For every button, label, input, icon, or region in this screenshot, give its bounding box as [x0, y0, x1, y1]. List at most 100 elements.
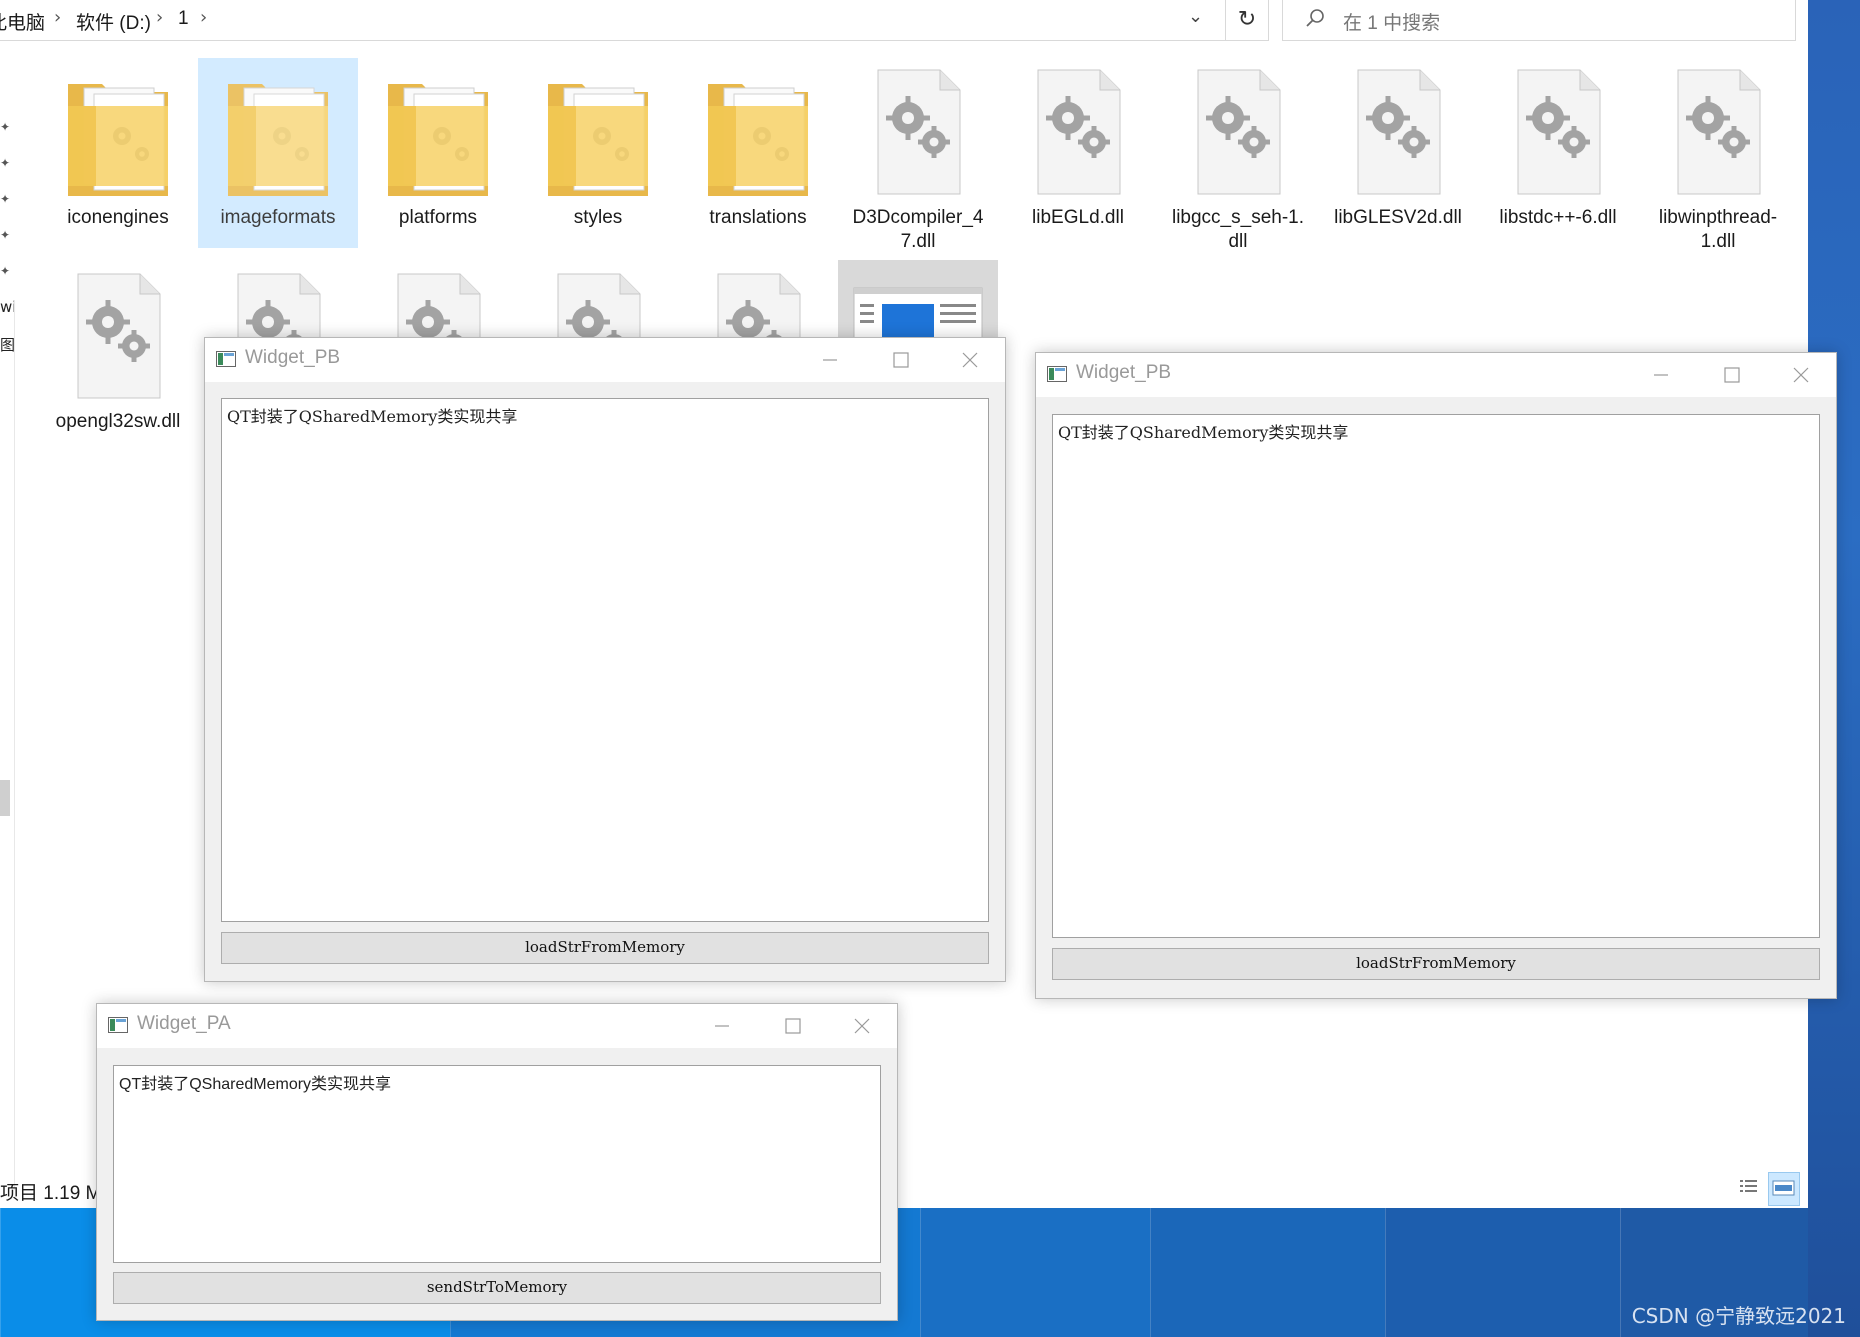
minimize-button[interactable]: [1626, 353, 1696, 397]
maximize-button[interactable]: [1696, 353, 1766, 397]
dll-file-icon: [1638, 66, 1798, 196]
file-item-partial[interactable]: [518, 262, 678, 342]
status-bar-text: 项目 1.19 M: [0, 1183, 102, 1204]
minimize-icon: [1654, 374, 1668, 376]
text-edit[interactable]: QT封装了QSharedMemory类实现共享: [1052, 414, 1820, 938]
pin-icon[interactable]: ✦: [0, 228, 10, 242]
load-str-from-memory-button[interactable]: loadStrFromMemory: [1052, 948, 1820, 980]
breadcrumb-this-pc[interactable]: 此电脑: [0, 8, 45, 35]
dll-file-icon: [198, 270, 358, 342]
close-button[interactable]: [1766, 353, 1836, 397]
pin-icon[interactable]: ✦: [0, 192, 10, 206]
details-view-icon: [1740, 1180, 1757, 1192]
window-title: Widget_PA: [137, 1013, 231, 1034]
qt-window-widget-pb: Widget_PB QT封装了QSharedMemory类实现共享 loadSt…: [1035, 352, 1837, 999]
item-label-line: dll: [1228, 231, 1248, 252]
close-icon: [962, 352, 978, 368]
title-bar[interactable]: Widget_PB: [205, 338, 1005, 382]
breadcrumb-drive[interactable]: 软件 (D:): [76, 8, 151, 35]
pane-divider: [14, 300, 15, 1190]
item-label: libstdc++-6.dll: [1499, 207, 1617, 228]
item-label: libwinpthread- 1.dll: [1638, 206, 1798, 254]
text-edit[interactable]: QT封装了QSharedMemory类实现共享: [221, 398, 989, 922]
app-icon: [216, 351, 236, 367]
minimize-button[interactable]: [687, 1004, 757, 1048]
window-title: Widget_PB: [245, 347, 341, 368]
search-placeholder: 在 1 中搜索: [1343, 13, 1441, 34]
text-edit-content: QT封装了QSharedMemory类实现共享: [119, 1076, 392, 1093]
item-label: iconengines: [67, 207, 169, 228]
dll-file-icon: [38, 270, 198, 400]
item-label: imageformats: [220, 207, 336, 228]
large-icons-view-button[interactable]: [1768, 1172, 1800, 1206]
breadcrumb-separator-icon: ›: [156, 7, 164, 28]
maximize-icon: [893, 352, 909, 368]
large-icons-view-icon: [1772, 1180, 1795, 1196]
dll-file-icon: [1158, 66, 1318, 196]
folder-icon: [678, 66, 838, 200]
desktop-tile: [1150, 1207, 1386, 1337]
search-input[interactable]: 在 1 中搜索: [1282, 0, 1796, 41]
minimize-icon: [823, 359, 837, 361]
dll-file-icon: [1318, 66, 1478, 196]
maximize-button[interactable]: [757, 1004, 827, 1048]
item-label-line: D3Dcompiler_4: [852, 207, 984, 228]
refresh-icon: ↻: [1237, 7, 1257, 32]
folder-item[interactable]: imageformats: [198, 58, 358, 248]
dll-file-icon: [1478, 66, 1638, 196]
details-view-button[interactable]: [1734, 1172, 1764, 1204]
pin-icon[interactable]: ✦: [0, 120, 10, 134]
file-item-partial[interactable]: [358, 262, 518, 342]
maximize-icon: [1724, 367, 1740, 383]
item-label: libEGLd.dll: [1032, 207, 1124, 228]
folder-item[interactable]: translations: [678, 58, 838, 248]
folder-item[interactable]: styles: [518, 58, 678, 248]
send-str-to-memory-button[interactable]: sendStrToMemory: [113, 1272, 881, 1304]
search-icon: [1306, 9, 1324, 27]
file-item[interactable]: opengl32sw.dll: [38, 262, 198, 452]
dll-file-icon: [358, 270, 518, 342]
item-label: D3Dcompiler_4 7.dll: [838, 206, 998, 254]
watermark: CSDN @宁静致远2021: [1631, 1304, 1846, 1328]
nav-scrollbar-thumb[interactable]: [0, 780, 10, 816]
pin-icon[interactable]: ✦: [0, 264, 10, 278]
minimize-icon: [715, 1025, 729, 1027]
close-button[interactable]: [935, 338, 1005, 382]
window-title: Widget_PB: [1076, 362, 1172, 383]
desktop-tile: [920, 1207, 1151, 1337]
desktop-tile: [1385, 1207, 1621, 1337]
title-bar[interactable]: Widget_PB: [1036, 353, 1836, 397]
file-item-partial[interactable]: [198, 262, 358, 342]
file-item[interactable]: libwinpthread- 1.dll: [1638, 58, 1798, 252]
file-item-partial[interactable]: [838, 260, 998, 349]
file-item[interactable]: libGLESV2d.dll: [1318, 58, 1478, 248]
refresh-button[interactable]: ↻: [1226, 0, 1269, 41]
load-str-from-memory-button[interactable]: loadStrFromMemory: [221, 932, 989, 964]
maximize-button[interactable]: [865, 338, 935, 382]
application-icon: [853, 287, 983, 349]
file-item[interactable]: D3Dcompiler_4 7.dll: [838, 58, 998, 252]
address-bar[interactable]: 此电脑 › 软件 (D:) › 1 › ⌄: [0, 0, 1226, 41]
nav-item-fragment[interactable]: 图: [0, 334, 15, 355]
file-item[interactable]: libEGLd.dll: [998, 58, 1158, 248]
text-edit[interactable]: QT封装了QSharedMemory类实现共享: [113, 1065, 881, 1263]
navigation-pane-edge: ✦ ✦ ✦ ✦ ✦ wi 图: [0, 110, 16, 1210]
file-item[interactable]: libstdc++-6.dll: [1478, 58, 1638, 248]
minimize-button[interactable]: [795, 338, 865, 382]
close-button[interactable]: [827, 1004, 897, 1048]
breadcrumb-folder[interactable]: 1: [178, 8, 189, 30]
file-item-partial[interactable]: [678, 262, 838, 342]
qt-window-widget-pb: Widget_PB QT封装了QSharedMemory类实现共享 loadSt…: [204, 337, 1006, 982]
chevron-down-icon[interactable]: ⌄: [1188, 6, 1203, 27]
folder-icon: [38, 66, 198, 200]
pin-icon[interactable]: ✦: [0, 156, 10, 170]
item-label: translations: [709, 207, 807, 228]
title-bar[interactable]: Widget_PA: [97, 1004, 897, 1048]
text-edit-content: QT封装了QSharedMemory类实现共享: [227, 407, 518, 426]
folder-item[interactable]: platforms: [358, 58, 518, 248]
item-label-line: libwinpthread-: [1658, 207, 1778, 228]
dll-file-icon: [678, 270, 838, 342]
file-item[interactable]: libgcc_s_seh-1. dll: [1158, 58, 1318, 252]
item-label: opengl32sw.dll: [55, 411, 181, 432]
folder-item[interactable]: iconengines: [38, 58, 198, 248]
